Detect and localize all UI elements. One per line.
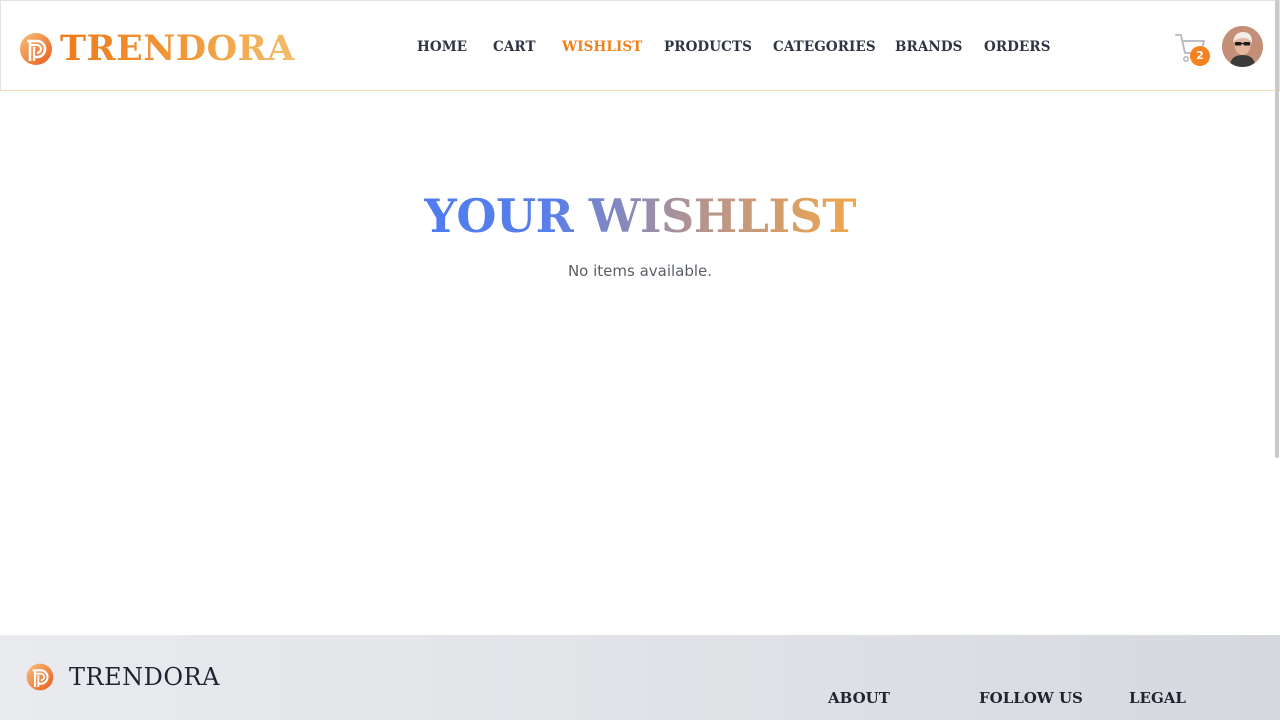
nav-cart[interactable]: CART	[493, 37, 536, 57]
footer-follow-us-heading: FOLLOW US	[979, 689, 1083, 707]
empty-state-message: No items available.	[567, 262, 713, 280]
page-title-text: YOUR WISHLIST	[424, 189, 856, 243]
nav-products[interactable]: PRODUCTS	[664, 37, 752, 57]
user-avatar[interactable]	[1222, 26, 1263, 67]
footer-legal-heading: LEGAL	[1129, 689, 1186, 707]
footer-brand-name: TRENDORA	[69, 663, 220, 691]
main-nav: HOME CART WISHLIST PRODUCTS CATEGORIES B…	[1, 37, 1280, 57]
page-title: YOUR WISHLIST	[0, 186, 1280, 246]
footer-logo[interactable]: TRENDORA	[25, 662, 220, 692]
nav-wishlist[interactable]: WISHLIST	[562, 37, 642, 57]
site-header: TRENDORA HOME CART WISHLIST PRODUCTS CAT…	[0, 0, 1280, 91]
site-footer: TRENDORA ABOUT FOLLOW US LEGAL	[0, 635, 1280, 720]
nav-home[interactable]: HOME	[417, 37, 467, 57]
cart-count-badge: 2	[1190, 46, 1210, 66]
nav-brands[interactable]: BRANDS	[895, 37, 963, 57]
avatar-icon	[1222, 26, 1263, 67]
nav-categories[interactable]: CATEGORIES	[773, 37, 876, 57]
nav-orders[interactable]: ORDERS	[984, 37, 1051, 57]
cart-button[interactable]: 2	[1173, 31, 1213, 67]
footer-about-heading: ABOUT	[828, 689, 890, 707]
trendora-logo-icon	[26, 663, 54, 691]
